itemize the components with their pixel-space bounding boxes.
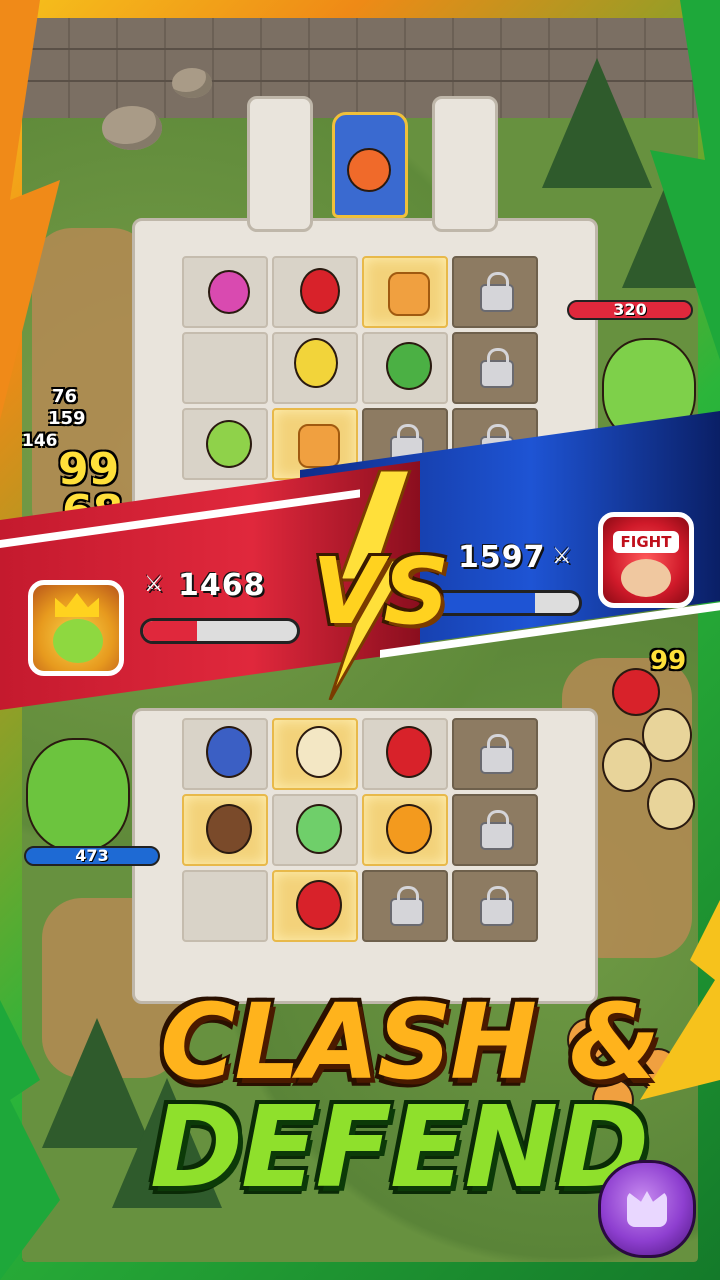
lightning-bolt-left-bottom <box>0 1000 60 1280</box>
lightning-bolt-left <box>0 0 60 420</box>
player-power: 1468 <box>178 568 266 603</box>
lightning-bolt-right <box>650 0 720 360</box>
opponent-avatar[interactable]: FIGHT <box>598 512 694 608</box>
vs-text: VS <box>312 538 450 645</box>
game-logo-icon[interactable] <box>598 1160 696 1258</box>
headline-line-1: CLASH & <box>160 981 660 1103</box>
player-health-fill <box>143 621 197 641</box>
opponent-face <box>621 559 671 597</box>
king-face <box>53 619 103 663</box>
player-health-bar <box>140 618 300 644</box>
sword-icon: ⚔ <box>144 572 165 597</box>
crown-icon <box>55 593 99 617</box>
sword-icon: ⚔ <box>552 544 573 569</box>
fight-badge: FIGHT <box>613 531 679 553</box>
player-avatar[interactable] <box>28 580 124 676</box>
opponent-power: 1597 <box>458 540 546 575</box>
headline-line-2: DEFEND <box>150 1083 649 1213</box>
logo-face <box>627 1191 667 1227</box>
